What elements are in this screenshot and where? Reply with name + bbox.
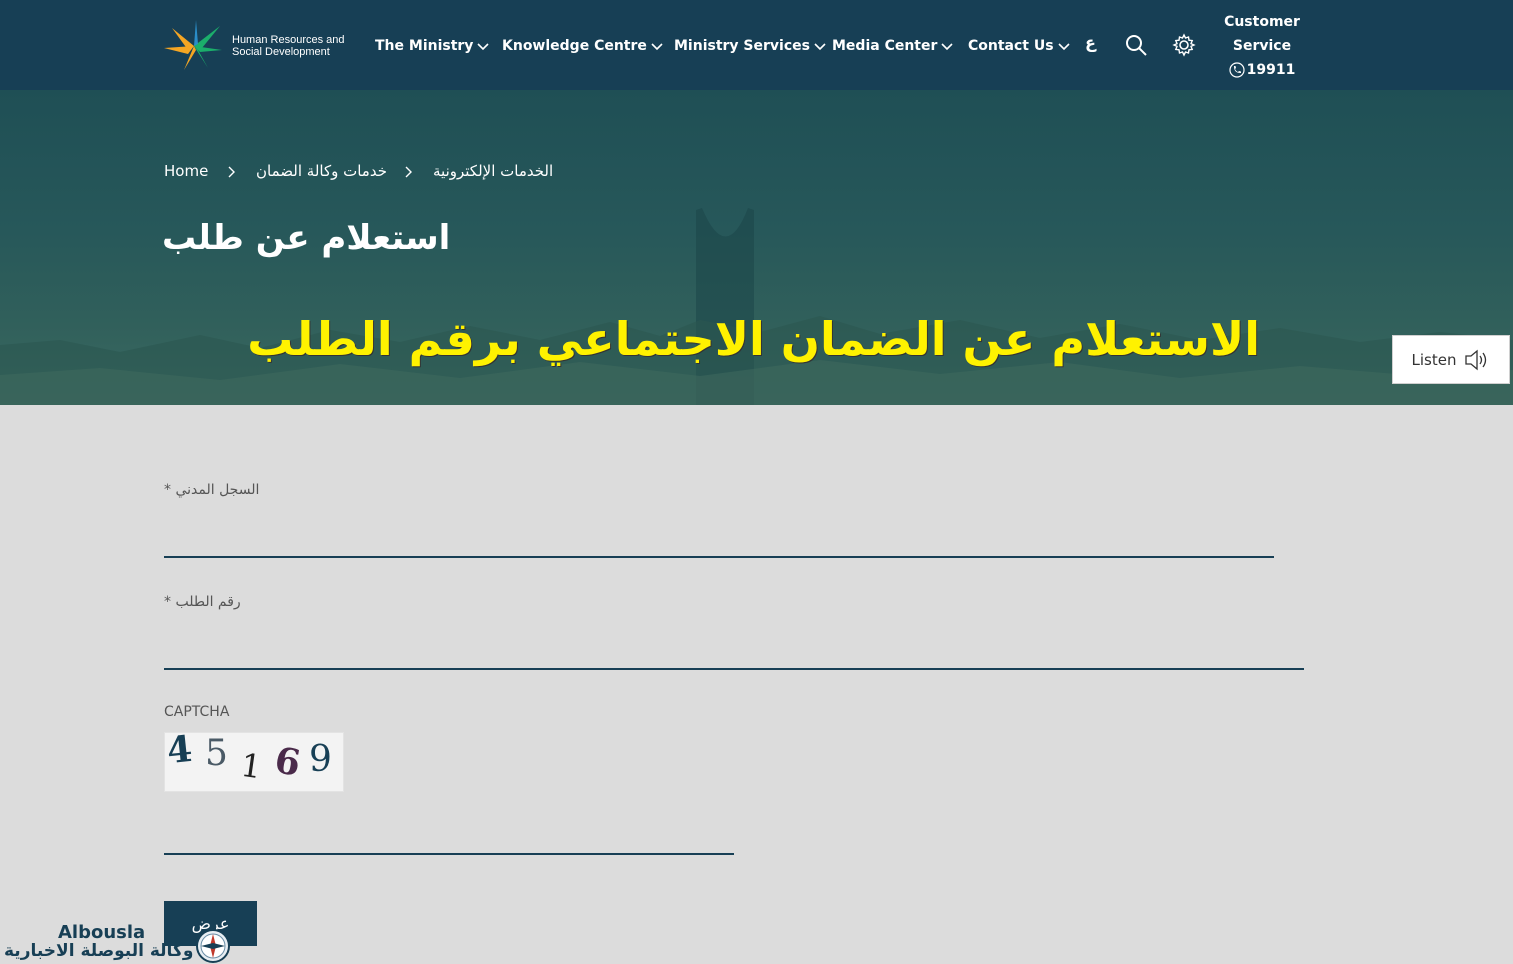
gear-icon[interactable] (1172, 33, 1196, 57)
watermark-arabic-text: وكالة البوصلة الاخبارية (4, 941, 194, 961)
page-title: استعلام عن طلب (162, 218, 451, 258)
civil-record-label: * السجل المدني (164, 482, 260, 498)
captcha-char: 5 (205, 733, 228, 774)
nav-knowledge-centre[interactable]: Knowledge Centre (502, 34, 663, 58)
chevron-right-icon (405, 166, 412, 178)
civil-record-input[interactable] (164, 518, 1274, 558)
customer-service-line1: Customer (1224, 14, 1300, 30)
listen-label: Listen (1411, 350, 1457, 369)
customer-service-line2: Service (1232, 38, 1292, 54)
chevron-down-icon (814, 43, 826, 51)
captcha-char: 1 (238, 745, 264, 787)
overlay-caption: الاستعلام عن الضمان الاجتماعي برقم الطلب (247, 312, 1260, 366)
speaker-icon (1465, 349, 1487, 370)
chevron-down-icon (477, 43, 490, 51)
chevron-down-icon (1058, 43, 1070, 51)
listen-button[interactable]: Listen (1392, 335, 1510, 384)
nav-ministry-services[interactable]: Ministry Services (674, 34, 826, 58)
news-agency-watermark: Albousla وكالة البوصلة الاخبارية (0, 920, 240, 964)
nav-label: Contact Us (968, 38, 1054, 54)
chevron-down-icon (941, 43, 953, 51)
chevron-down-icon (651, 43, 663, 51)
captcha-char: 6 (271, 739, 304, 785)
customer-service[interactable]: Customer Service 19911 (1212, 10, 1312, 82)
captcha-char: 4 (164, 727, 195, 773)
nav-contact-us[interactable]: Contact Us (968, 34, 1070, 58)
nav-media-center[interactable]: Media Center (832, 34, 953, 58)
breadcrumb-home[interactable]: Home (164, 162, 208, 180)
watermark-latin-text: Albousla (58, 922, 146, 943)
logo-text-line1: Human Resources and (232, 34, 345, 46)
breadcrumb-guarantee-services[interactable]: خدمات وكالة الضمان (256, 162, 387, 180)
request-number-input[interactable] (164, 630, 1304, 670)
chevron-right-icon (228, 166, 235, 178)
breadcrumb-e-services[interactable]: الخدمات الإلكترونية (433, 162, 553, 180)
customer-service-number: 19911 (1246, 62, 1296, 78)
request-number-label: * رقم الطلب (164, 594, 241, 610)
captcha-label: CAPTCHA (164, 704, 230, 720)
captcha-input[interactable] (164, 815, 734, 855)
captcha-image: 4 5 1 6 9 (164, 728, 344, 792)
search-icon[interactable] (1124, 33, 1148, 57)
ministry-logo[interactable]: Human Resources and Social Development (162, 20, 352, 72)
nav-label: Knowledge Centre (502, 38, 647, 54)
hero-banner: Home خدمات وكالة الضمان الخدمات الإلكترو… (0, 90, 1513, 405)
ministry-logo-mark-icon (164, 20, 222, 70)
nav-label: Media Center (832, 38, 938, 54)
nav-label: The Ministry (375, 38, 474, 54)
nav-the-ministry[interactable]: The Ministry (375, 34, 490, 58)
top-navigation-bar: Human Resources and Social Development T… (0, 0, 1513, 90)
compass-icon (196, 926, 230, 963)
nav-label: Ministry Services (674, 38, 810, 54)
language-toggle[interactable]: ع (1085, 33, 1096, 52)
logo-text-line2: Social Development (232, 46, 330, 58)
captcha-char: 9 (309, 739, 332, 780)
phone-icon (1229, 62, 1245, 78)
